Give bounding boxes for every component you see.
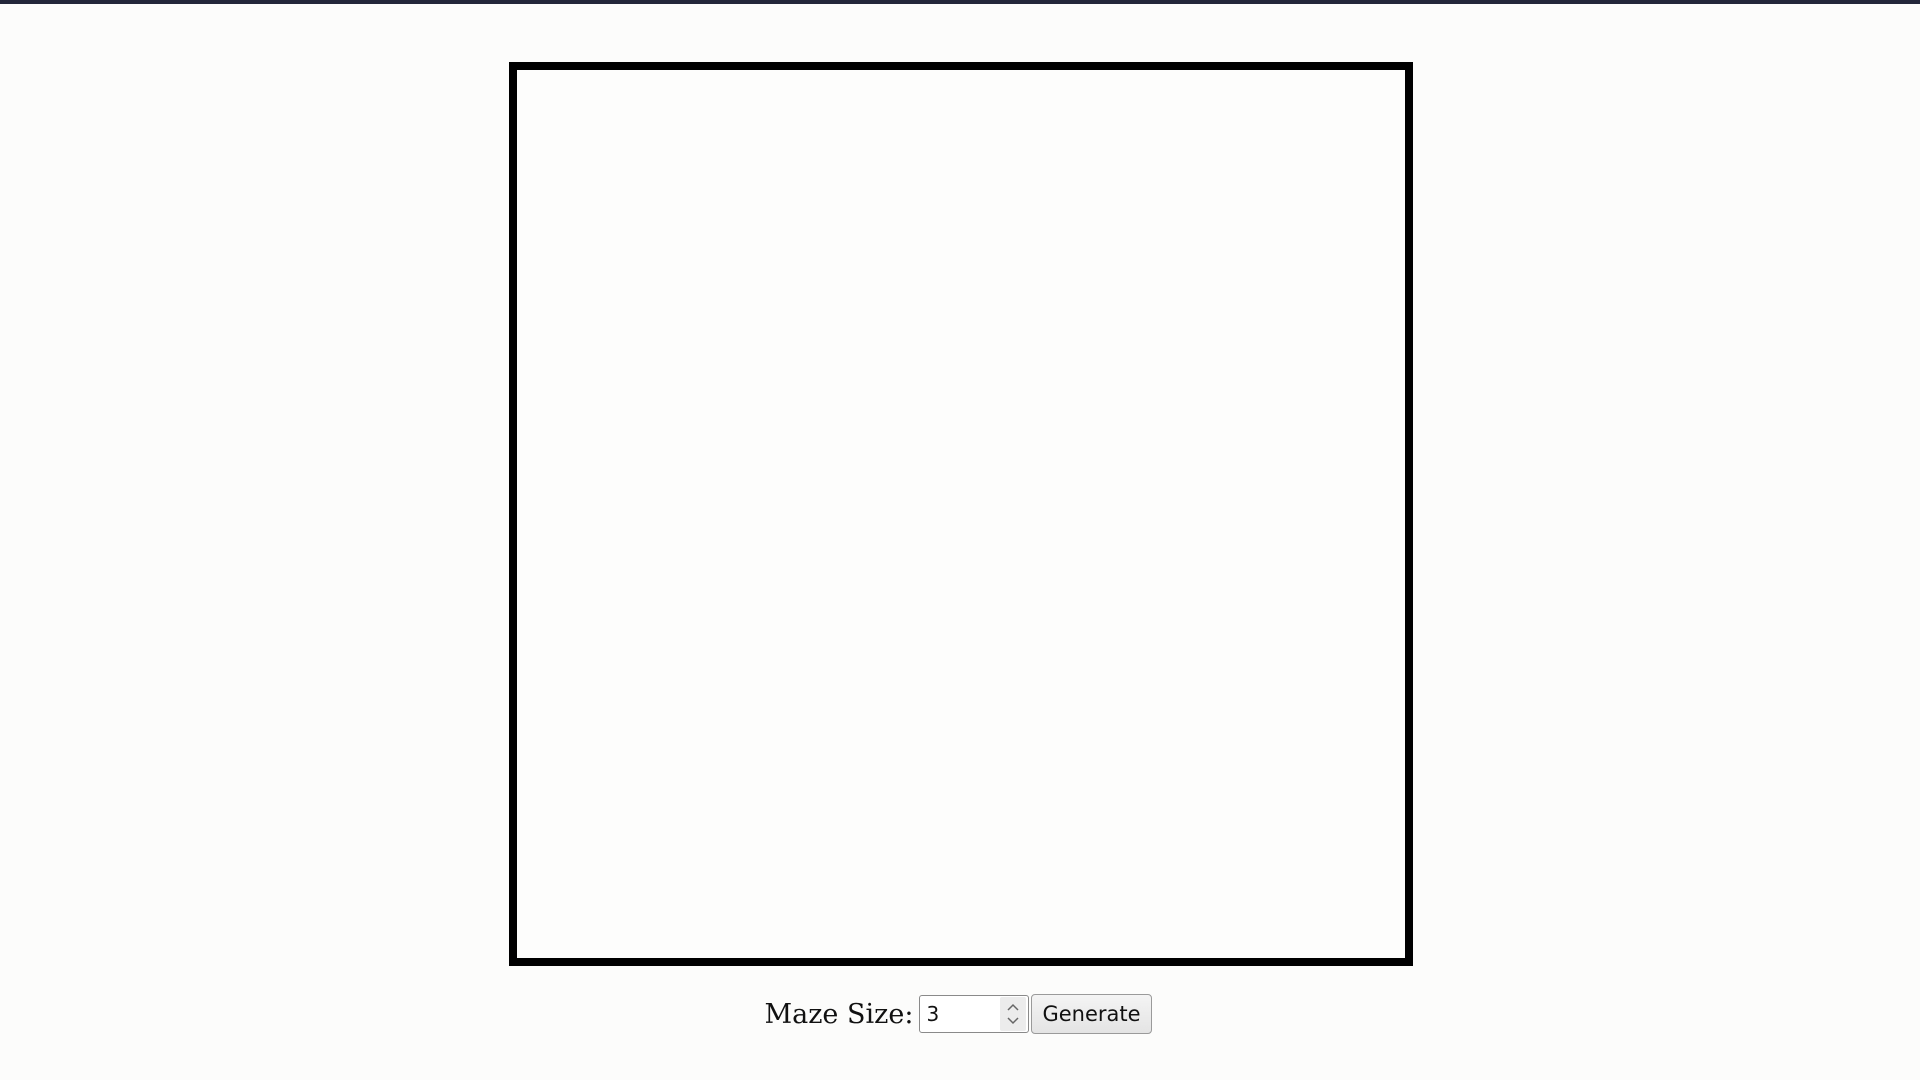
chevron-down-icon[interactable]	[1007, 1014, 1019, 1028]
generate-button[interactable]: Generate	[1031, 994, 1152, 1034]
number-spinner[interactable]	[1000, 997, 1027, 1031]
maze-size-label: Maze Size:	[764, 998, 914, 1030]
maze-controls: Maze Size: 3 Generate	[0, 993, 1920, 1035]
maze-size-value[interactable]: 3	[920, 1002, 1000, 1026]
chevron-up-icon[interactable]	[1007, 1000, 1019, 1014]
maze-size-input[interactable]: 3	[919, 995, 1030, 1033]
top-strip	[0, 0, 1920, 4]
maze-canvas[interactable]	[509, 62, 1413, 966]
